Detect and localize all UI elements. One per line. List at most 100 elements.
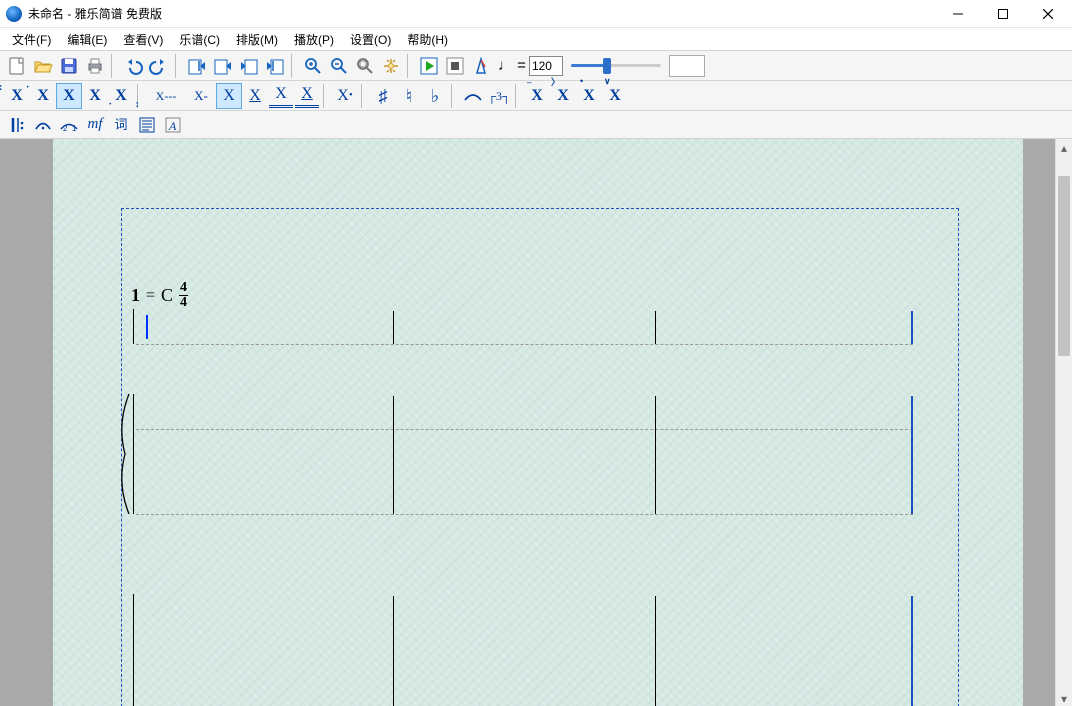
window-title: 未命名 - 雅乐简谱 免费版 [28,5,162,22]
accent-3[interactable]: X• [576,83,602,109]
duration-quarter[interactable]: X [216,83,242,109]
open-button[interactable] [30,53,56,79]
tempo-slider[interactable] [571,56,661,76]
barline [393,396,394,514]
key-signature: 1 = C 4 4 [131,281,188,310]
duration-sixteenth[interactable]: X [268,83,294,109]
fermata-button[interactable] [30,112,56,138]
system-barline [133,594,134,706]
sharp-button[interactable]: ♯ [370,83,396,109]
key-eq: = [146,287,155,305]
note-x[interactable]: X [56,83,82,109]
barline [393,596,394,706]
score-canvas[interactable]: 1 = C 4 4 [53,139,1023,706]
toolbar-standard: ♩ = [0,51,1072,81]
menu-edit[interactable]: 编辑(E) [59,29,115,50]
staff-line [136,429,913,430]
barline-end [911,396,913,514]
titlebar: 未命名 - 雅乐简谱 免费版 [0,0,1072,28]
toolbar-notes: X: X· X X· X: X--- X- X X X X X• ♯ ♮ ♭ ┌… [0,81,1072,111]
note-dot-top[interactable]: X· [30,83,56,109]
accent-4[interactable]: X∨ [602,83,628,109]
barline-end [911,596,913,706]
app-icon [6,6,22,22]
save-button[interactable] [56,53,82,79]
slur-numbers-button[interactable]: 21 [56,112,82,138]
key-letter: C [161,285,173,306]
duration-thirtysecond[interactable]: X [294,83,320,109]
zoom-in-button[interactable] [300,53,326,79]
tie-button[interactable] [460,83,486,109]
scroll-down-icon[interactable]: ▾ [1056,690,1072,706]
lyrics-button[interactable]: 词 [108,112,134,138]
minimize-button[interactable] [935,0,980,28]
svg-text:A: A [168,119,177,133]
barline [393,311,394,344]
undo-button[interactable] [120,53,146,79]
dotted-button[interactable]: X• [332,83,358,109]
barline [655,311,656,344]
menu-view[interactable]: 查看(V) [115,29,171,50]
play-button[interactable] [416,53,442,79]
flat-button[interactable]: ♭ [422,83,448,109]
tempo-group: ♩ = [498,56,563,76]
menubar: 文件(F) 编辑(E) 查看(V) 乐谱(C) 排版(M) 播放(P) 设置(O… [0,28,1072,50]
left-margin [0,139,53,706]
page-border [121,208,959,706]
svg-text:1: 1 [72,124,77,132]
zoom-out-button[interactable] [326,53,352,79]
prev-page-button[interactable] [210,53,236,79]
stop-button[interactable] [442,53,468,79]
next-page-button[interactable] [236,53,262,79]
barline-button[interactable] [4,112,30,138]
redo-button[interactable] [146,53,172,79]
time-signature: 4 4 [179,281,188,310]
note-double-dot-bottom[interactable]: X: [108,83,134,109]
toolbar-extra: 21 mf 词 A [0,111,1072,139]
workarea: 1 = C 4 4 ▴ ▾ [0,139,1072,706]
close-button[interactable] [1025,0,1070,28]
note-dot-bottom[interactable]: X· [82,83,108,109]
svg-text:2: 2 [63,124,68,132]
vertical-scrollbar[interactable]: ▴ ▾ [1055,139,1072,706]
barline [655,596,656,706]
barline-end [911,311,913,344]
key-one: 1 [131,285,140,306]
menu-score[interactable]: 乐谱(C) [171,29,228,50]
font-button[interactable]: A [160,112,186,138]
text-block-button[interactable] [134,112,160,138]
menu-play[interactable]: 播放(P) [286,29,342,50]
accent-1[interactable]: X– [524,83,550,109]
staff-line [136,514,913,515]
triplet-button[interactable]: ┌3┐ [486,83,512,109]
pan-button[interactable] [378,53,404,79]
toolbars: ♩ = X: X· X X· X: X--- X- X X X X X• ♯ ♮… [0,50,1072,139]
duration-eighth[interactable]: X [242,83,268,109]
scroll-thumb[interactable] [1058,176,1070,356]
brace-icon [115,394,133,514]
metronome-button[interactable] [468,53,494,79]
new-button[interactable] [4,53,30,79]
menu-file[interactable]: 文件(F) [4,29,59,50]
right-margin [1023,139,1055,706]
first-page-button[interactable] [184,53,210,79]
last-page-button[interactable] [262,53,288,79]
dynamics-button[interactable]: mf [82,112,108,138]
natural-button[interactable]: ♮ [396,83,422,109]
edit-cursor [146,315,148,339]
duration-half[interactable]: X- [186,83,216,109]
menu-settings[interactable]: 设置(O) [342,29,399,50]
duration-whole[interactable]: X--- [146,83,186,109]
menu-layout[interactable]: 排版(M) [228,29,286,50]
barline [133,309,134,344]
maximize-button[interactable] [980,0,1025,28]
system-barline [133,394,134,514]
zoom-fit-button[interactable] [352,53,378,79]
scroll-up-icon[interactable]: ▴ [1056,139,1072,156]
blank-field[interactable] [669,55,705,77]
print-button[interactable] [82,53,108,79]
tempo-input[interactable] [529,56,563,76]
menu-help[interactable]: 帮助(H) [399,29,456,50]
accent-2[interactable]: X〉 [550,83,576,109]
tempo-note-icon: ♩ = [498,57,526,74]
